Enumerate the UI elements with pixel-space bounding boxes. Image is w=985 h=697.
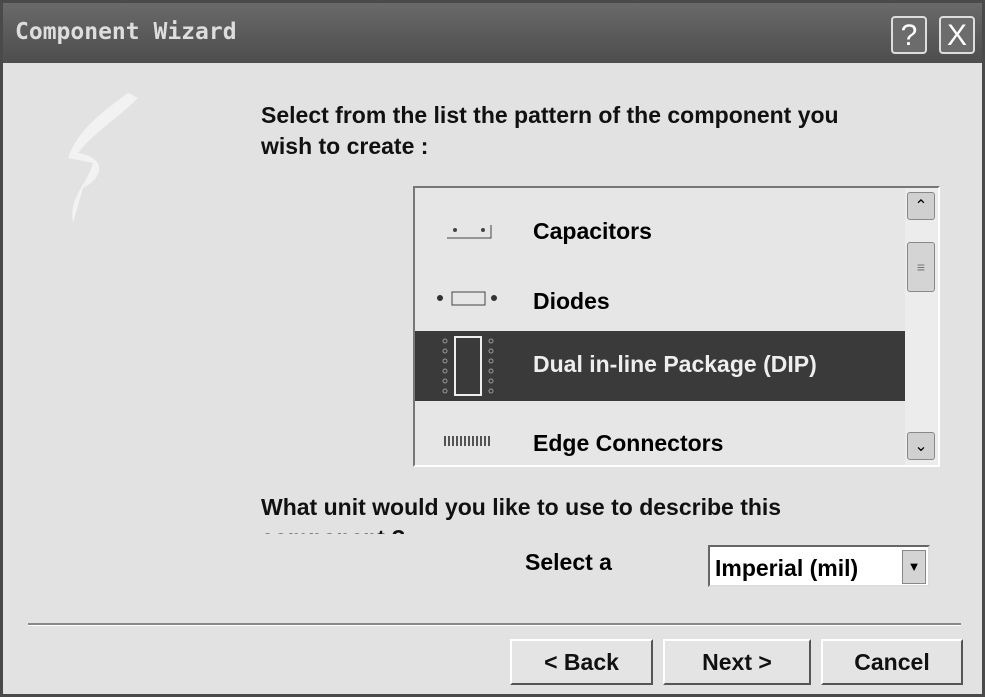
dip-footprint-icon [442,336,494,396]
chevron-down-icon[interactable]: ▼ [902,550,926,584]
scroll-up-icon[interactable]: ⌃ [907,192,935,220]
unit-question: What unit would you like to use to descr… [3,488,982,534]
scroll-down-icon[interactable]: ⌄ [907,432,935,460]
list-item-label: Dual in-line Package (DIP) [533,351,817,377]
prompt-line-1: Select from the list the pattern of the … [261,102,839,128]
divider [28,623,961,626]
unit-dropdown[interactable]: Imperial (mil) ▼ [708,545,930,587]
unit-question-line-1: What unit would you like to use to descr… [261,494,782,520]
pattern-listbox[interactable]: Capacitors Diodes Dual in-line Package (… [413,186,940,467]
list-item-edge-connectors[interactable]: Edge Connectors [415,410,905,465]
cancel-button[interactable]: Cancel [821,639,963,685]
close-button[interactable]: X [939,16,975,54]
title-bar: Component Wizard ? X [3,3,982,63]
list-item-label: Edge Connectors [533,430,724,456]
component-wizard-dialog: Component Wizard ? X Select from the lis… [0,0,985,697]
unit-question-line-2: component ? [261,523,405,534]
unit-select-label: Select a [525,549,612,575]
prompt-line-2: wish to create : [261,133,429,159]
list-item-label: Diodes [533,288,610,314]
unit-dropdown-value: Imperial (mil) [715,555,859,581]
list-item-capacitors[interactable]: Capacitors [415,198,905,268]
back-button[interactable]: < Back [510,639,653,685]
list-scrollbar[interactable]: ⌃ ≡ ⌄ [905,188,938,465]
capacitor-footprint-icon [447,225,492,239]
diode-footprint-icon [437,291,497,306]
help-button[interactable]: ? [891,16,927,54]
list-item-dip[interactable]: Dual in-line Package (DIP) [415,331,905,401]
edge-connector-icon [444,436,490,446]
next-button[interactable]: Next > [663,639,811,685]
window-title: Component Wizard [15,19,237,45]
wizard-logo-icon [68,93,138,223]
list-item-diodes[interactable]: Diodes [415,268,905,338]
list-item-label: Capacitors [533,218,652,244]
scrollbar-thumb[interactable]: ≡ [907,242,935,292]
